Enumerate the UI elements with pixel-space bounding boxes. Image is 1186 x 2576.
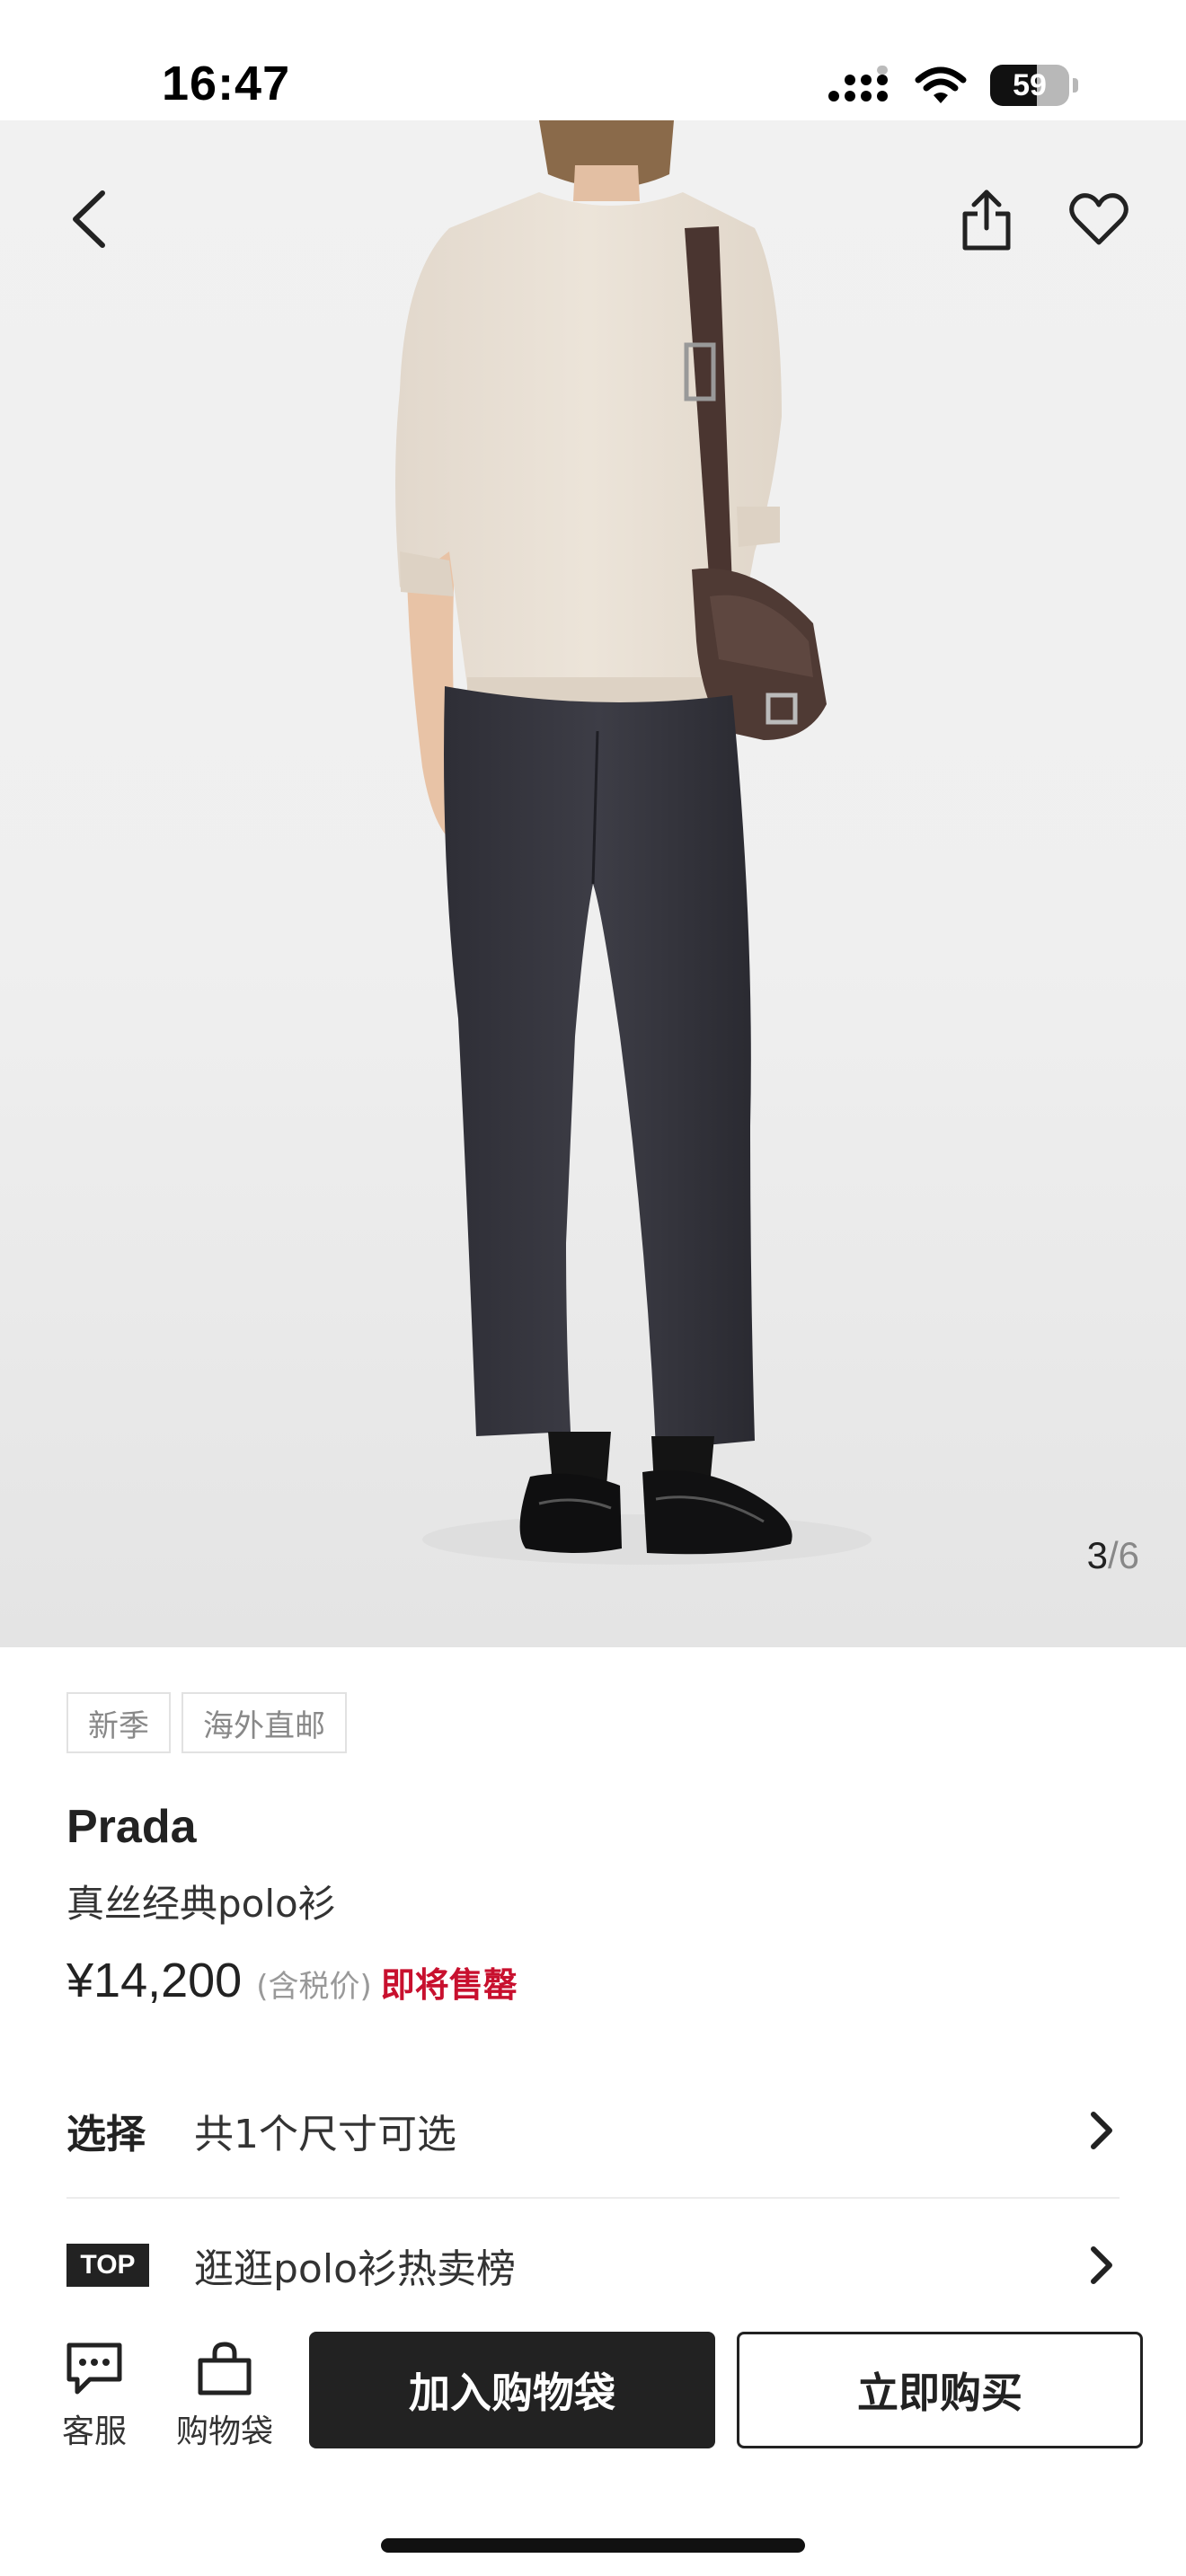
share-icon	[962, 190, 1011, 251]
heart-icon	[1069, 193, 1128, 245]
pager-total: 6	[1118, 1534, 1139, 1576]
image-pager: 3/6	[1087, 1534, 1139, 1577]
battery-level: 59	[1013, 67, 1047, 102]
back-button[interactable]	[54, 174, 126, 264]
select-label: 选择	[66, 2112, 146, 2157]
chevron-right-icon	[1084, 2108, 1120, 2153]
buy-now-button[interactable]: 立即购买	[737, 2332, 1143, 2448]
product-image-gallery[interactable]: 3/6	[0, 120, 1186, 1647]
shopping-bag-icon	[198, 2342, 252, 2395]
favorite-button[interactable]	[1060, 174, 1137, 264]
chat-icon	[66, 2342, 122, 2395]
back-arrow-icon	[73, 190, 105, 248]
product-photo	[395, 120, 872, 1565]
select-text: 共1个尺寸可选	[194, 2112, 456, 2157]
share-button[interactable]	[951, 174, 1022, 264]
status-bar: 16:47 59	[0, 0, 1186, 120]
price-row: ¥14,200 (含税价) 即将售罄	[66, 1953, 518, 2008]
product-tags: 新季 海外直邮	[66, 1692, 347, 1753]
tag-new-season: 新季	[66, 1692, 171, 1753]
pager-current: 3	[1086, 1534, 1108, 1576]
shopping-bag-label: 购物袋	[175, 2413, 273, 2450]
top-badge: TOP	[66, 2244, 149, 2287]
status-icons: 59	[828, 63, 1078, 108]
divider	[66, 2197, 1120, 2199]
bottom-action-bar: 客服 购物袋 加入购物袋 立即购买	[0, 2326, 1186, 2470]
status-time: 16:47	[162, 57, 291, 110]
tax-note: (含税价)	[256, 1969, 372, 2005]
shopping-bag-button[interactable]: 购物袋	[171, 2341, 279, 2452]
add-to-bag-button[interactable]: 加入购物袋	[309, 2332, 715, 2448]
tag-overseas-shipping: 海外直邮	[181, 1692, 347, 1753]
stock-status: 即将售罄	[380, 1965, 518, 2005]
price: ¥14,200	[66, 1954, 243, 2007]
battery-icon: 59	[990, 65, 1069, 106]
signal-icon	[828, 66, 888, 101]
top-ranking-text: 逛逛polo衫热卖榜	[194, 2246, 516, 2292]
wifi-icon	[915, 66, 967, 103]
size-select-row[interactable]: 选择 共1个尺寸可选	[66, 2077, 1120, 2184]
battery-cap	[1073, 78, 1078, 93]
product-detail-page: 16:47 59 3/6 新季 海外直邮 Prada 真丝经典polo衫 ¥14…	[0, 0, 1186, 2576]
home-indicator[interactable]	[381, 2538, 805, 2553]
pager-separator: /	[1107, 1534, 1119, 1576]
brand-name[interactable]: Prada	[66, 1800, 197, 1854]
customer-service-label: 客服	[61, 2413, 127, 2450]
top-ranking-row[interactable]: TOP 逛逛polo衫热卖榜	[66, 2211, 1120, 2319]
chevron-right-icon	[1084, 2243, 1120, 2288]
product-name: 真丝经典polo衫	[66, 1882, 336, 1926]
customer-service-button[interactable]: 客服	[54, 2341, 135, 2452]
